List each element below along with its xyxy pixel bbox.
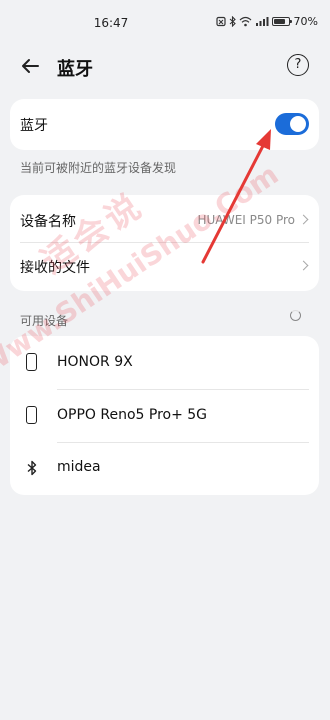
toggle-knob (290, 116, 306, 132)
received-files-row[interactable]: 接收的文件 (10, 243, 319, 291)
device-name: HONOR 9X (57, 354, 133, 370)
status-time: 16:47 (93, 16, 129, 30)
received-files-label: 接收的文件 (20, 260, 90, 276)
device-name-label: 设备名称 (20, 214, 76, 230)
device-item[interactable]: HONOR 9X (10, 336, 319, 389)
bluetooth-icon (27, 460, 37, 476)
battery-icon (271, 17, 292, 26)
device-name-value: HUAWEI P50 Pro (197, 213, 295, 227)
discoverable-hint: 当前可被附近的蓝牙设备发现 (20, 161, 177, 175)
device-name: midea (57, 459, 101, 475)
device-settings-card: 设备名称 HUAWEI P50 Pro 接收的文件 (10, 195, 319, 291)
notification-icon (215, 16, 226, 27)
status-bar: 16:47 70% (0, 0, 330, 44)
device-item[interactable]: OPPO Reno5 Pro+ 5G (10, 390, 319, 442)
device-item[interactable]: midea (10, 443, 319, 495)
signal-icon (255, 17, 269, 26)
available-devices-card: HONOR 9X OPPO Reno5 Pro+ 5G midea (10, 336, 319, 495)
chevron-right-icon (298, 260, 309, 271)
bluetooth-toggle-card: 蓝牙 (10, 99, 319, 150)
bluetooth-icon (229, 16, 236, 27)
chevron-right-icon (298, 214, 309, 225)
device-name: OPPO Reno5 Pro+ 5G (57, 407, 208, 423)
status-icons: 70% (215, 15, 318, 28)
device-name-row[interactable]: 设备名称 HUAWEI P50 Pro (10, 195, 319, 243)
header: 蓝牙 ? (0, 46, 330, 86)
phone-icon (26, 353, 37, 371)
bluetooth-label: 蓝牙 (20, 118, 48, 134)
phone-icon (26, 406, 37, 424)
help-button[interactable]: ? (287, 54, 309, 76)
page-title: 蓝牙 (57, 59, 93, 80)
battery-percent: 70% (293, 15, 318, 28)
available-devices-label: 可用设备 (20, 314, 69, 328)
wifi-icon (239, 16, 251, 27)
scanning-spinner-icon (290, 310, 301, 321)
back-arrow-icon[interactable] (18, 54, 42, 78)
bluetooth-toggle[interactable] (275, 113, 309, 135)
